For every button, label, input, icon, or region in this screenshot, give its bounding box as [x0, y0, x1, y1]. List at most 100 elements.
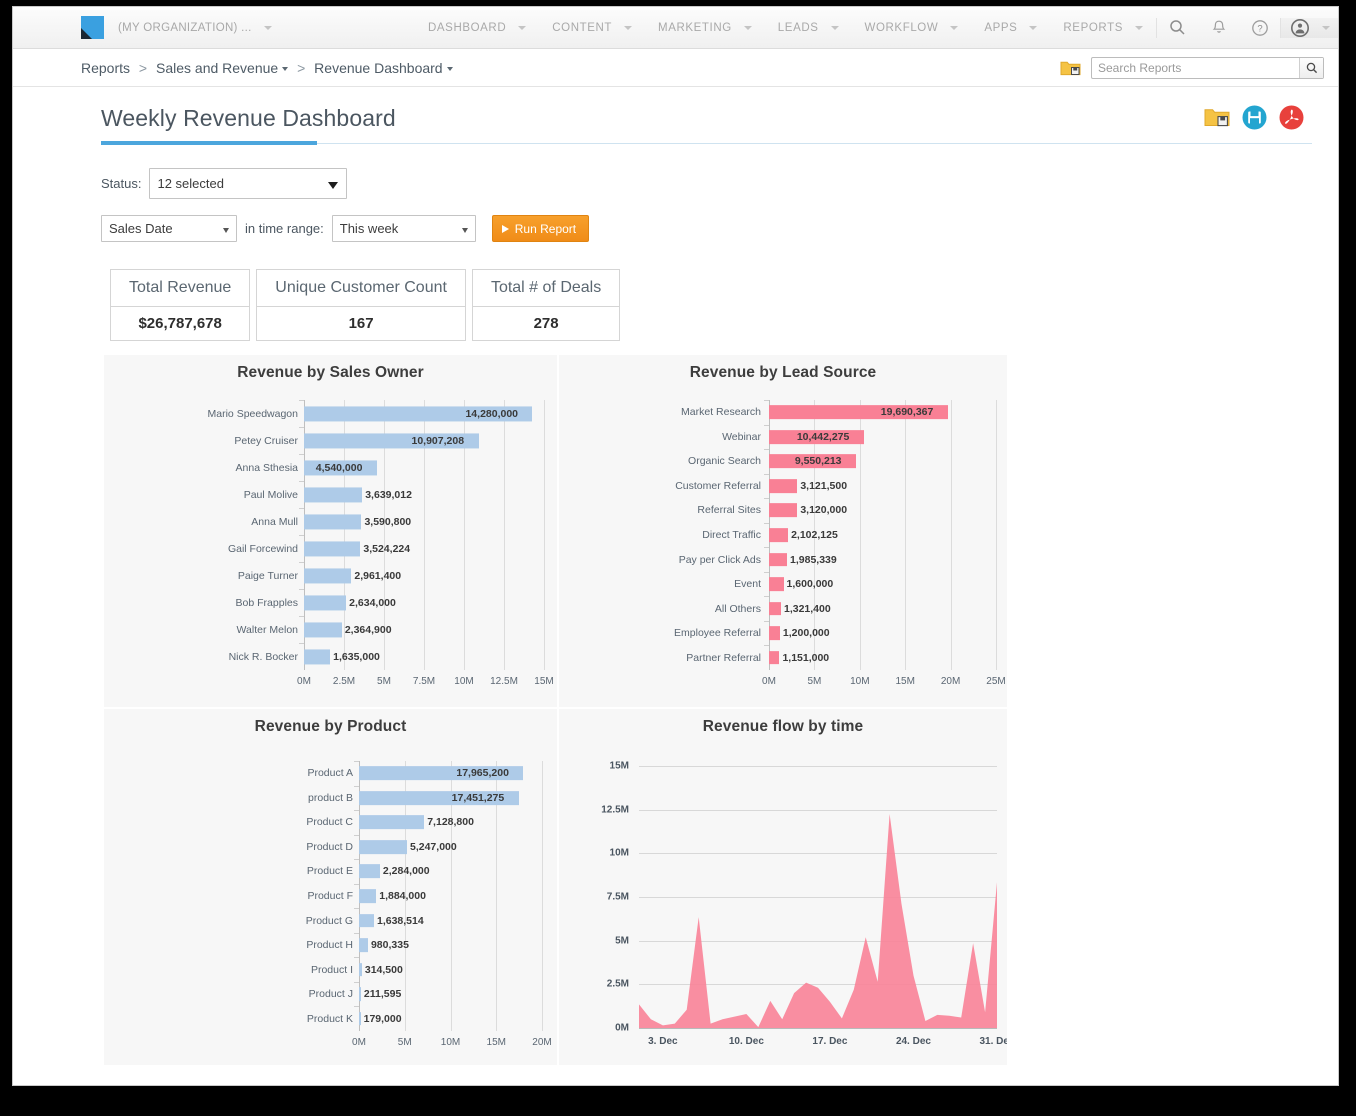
bar[interactable] [359, 815, 424, 829]
folder-save-icon[interactable] [1204, 106, 1230, 129]
search-submit-button[interactable] [1299, 58, 1323, 78]
y-axis-tick [764, 596, 769, 597]
folder-save-icon[interactable] [1060, 59, 1081, 77]
title-underline [101, 143, 1312, 144]
date-field-select[interactable]: Sales Date [101, 215, 237, 242]
chevron-down-icon[interactable] [264, 26, 272, 30]
bar[interactable] [359, 938, 368, 952]
bar[interactable] [769, 479, 797, 493]
bar[interactable] [304, 622, 342, 637]
y-axis-tick [764, 474, 769, 475]
nav-item-content[interactable]: CONTENT [539, 7, 645, 48]
y-axis-tick [354, 957, 359, 958]
nav-label: CONTENT [552, 22, 612, 34]
bar-value-label: 1,600,000 [787, 578, 834, 590]
category-label: Product E [307, 865, 353, 877]
user-avatar-icon[interactable] [1280, 18, 1338, 38]
category-label: Product K [307, 1013, 353, 1025]
bar[interactable] [304, 541, 360, 556]
category-label: Webinar [722, 431, 761, 443]
chart-panel-revenue-by-product: Revenue by Product 0M5M10M15M20MProduct … [104, 709, 557, 1065]
chart-plot-area[interactable]: 0M2.5M5M7.5M10M12.5M15MMario Speedwagon1… [104, 382, 557, 702]
chart-plot-area[interactable]: 0M5M10M15M20M25MMarket Research19,690,36… [559, 382, 1007, 702]
bar-value-label: 1,884,000 [379, 890, 426, 902]
y-axis-tick [764, 425, 769, 426]
nav-item-reports[interactable]: REPORTS [1050, 7, 1156, 48]
breadcrumb-separator: > [139, 60, 147, 76]
bar[interactable] [359, 963, 362, 977]
y-axis-tick [764, 449, 769, 450]
nav-item-apps[interactable]: APPS [971, 7, 1050, 48]
x-axis-tick-label: 0M [762, 676, 776, 687]
breadcrumb-level2[interactable]: Sales and Revenue [156, 60, 278, 76]
category-label: Bob Frapples [236, 597, 298, 609]
x-axis-tick-label: 3. Dec [648, 1036, 677, 1047]
bar[interactable] [359, 865, 380, 879]
category-label: Paul Molive [244, 489, 298, 501]
bar[interactable] [769, 626, 780, 640]
bar-value-label: 211,595 [364, 988, 401, 1000]
x-axis-tick-label: 5M [398, 1037, 412, 1048]
nav-item-leads[interactable]: LEADS [765, 7, 852, 48]
dashboard-chart-grid: Revenue by Sales Owner 0M2.5M5M7.5M10M12… [104, 355, 1007, 1065]
bar[interactable] [769, 504, 797, 518]
nav-item-workflow[interactable]: WORKFLOW [852, 7, 972, 48]
bell-icon[interactable] [1198, 18, 1239, 38]
bar[interactable] [359, 987, 361, 1001]
y-axis-tick [354, 982, 359, 983]
nav-label: REPORTS [1063, 22, 1123, 34]
bar[interactable] [304, 514, 361, 529]
help-icon[interactable]: ? [1239, 18, 1280, 38]
time-range-select[interactable]: This week [332, 215, 476, 242]
bar[interactable] [359, 1012, 361, 1026]
bar[interactable] [359, 914, 374, 928]
run-report-button[interactable]: Run Report [492, 215, 589, 242]
breadcrumb: Reports > Sales and Revenue > Revenue Da… [81, 60, 453, 76]
breadcrumb-right-tools [1060, 57, 1324, 79]
category-label: Product J [309, 988, 353, 1000]
bar[interactable] [359, 889, 376, 903]
bar[interactable] [304, 649, 330, 664]
breadcrumb-level3[interactable]: Revenue Dashboard [314, 60, 442, 76]
bar[interactable] [359, 840, 407, 854]
kpi-value: 278 [473, 307, 619, 340]
chevron-down-icon [831, 26, 839, 30]
kpi-value: $26,787,678 [111, 307, 249, 340]
breadcrumb-root[interactable]: Reports [81, 60, 130, 76]
chevron-down-icon[interactable] [282, 67, 288, 71]
category-label: Product H [306, 939, 353, 951]
bar[interactable] [304, 595, 346, 610]
chevron-down-icon [624, 26, 632, 30]
bar[interactable] [304, 487, 362, 502]
search-input[interactable] [1092, 58, 1299, 78]
nav-icon-group: ? [1156, 18, 1338, 38]
bar[interactable] [769, 602, 781, 616]
category-label: Partner Referral [686, 652, 761, 664]
app-logo-icon [81, 16, 104, 39]
nav-item-dashboard[interactable]: DASHBOARD [415, 7, 539, 48]
category-label: Market Research [681, 406, 761, 418]
search-icon[interactable] [1157, 18, 1198, 38]
bar[interactable] [769, 651, 779, 665]
bar-value-label: 3,120,000 [800, 504, 847, 516]
bar-value-label: 7,128,800 [427, 816, 474, 828]
pdf-export-icon[interactable] [1279, 105, 1304, 130]
status-select[interactable]: 12 selected [149, 168, 347, 199]
bar-value-label: 1,985,339 [790, 554, 837, 566]
bar-value-label: 314,500 [365, 964, 403, 976]
area-series[interactable] [559, 736, 1007, 1062]
bar[interactable] [769, 577, 784, 591]
bar[interactable] [769, 553, 787, 567]
page-action-icons [1204, 105, 1304, 130]
x-axis-tick-label: 15M [895, 676, 914, 687]
y-axis-tick [354, 933, 359, 934]
bar[interactable] [769, 528, 788, 542]
save-disk-icon[interactable] [1242, 105, 1267, 130]
nav-item-marketing[interactable]: MARKETING [645, 7, 765, 48]
x-axis-tick-label: 15M [487, 1037, 506, 1048]
bar[interactable] [304, 568, 351, 583]
chart-plot-area[interactable]: 0M5M10M15M20MProduct A17,965,200product … [104, 736, 557, 1062]
chart-plot-area[interactable]: 0M2.5M5M7.5M10M12.5M15M3. Dec10. Dec17. … [559, 736, 1007, 1062]
y-axis-tick [299, 508, 304, 509]
chevron-down-icon[interactable] [447, 67, 453, 71]
